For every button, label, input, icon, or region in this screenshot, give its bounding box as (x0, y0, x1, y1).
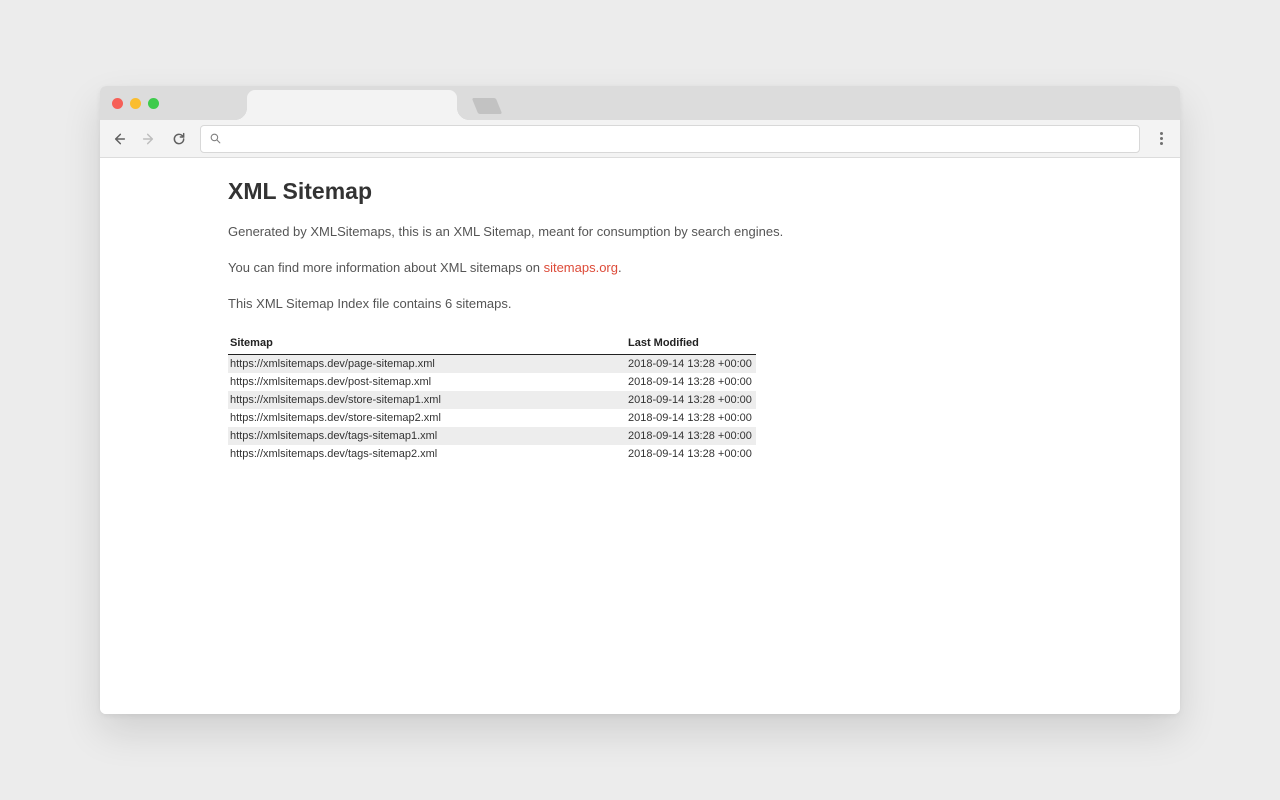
sitemap-url-cell[interactable]: https://xmlsitemaps.dev/page-sitemap.xml (228, 354, 626, 373)
intro-paragraph-2: You can find more information about XML … (228, 259, 974, 277)
kebab-dot-icon (1160, 142, 1163, 145)
lastmod-cell: 2018-09-14 13:28 +00:00 (626, 445, 756, 463)
browser-window: XML Sitemap Generated by XMLSitemaps, th… (100, 86, 1180, 714)
para2-prefix: You can find more information about XML … (228, 260, 544, 275)
reload-button[interactable] (170, 130, 188, 148)
kebab-dot-icon (1160, 132, 1163, 135)
arrow-right-icon (141, 131, 157, 147)
browser-tab[interactable] (247, 90, 457, 120)
intro-paragraph-3: This XML Sitemap Index file contains 6 s… (228, 295, 974, 313)
lastmod-cell: 2018-09-14 13:28 +00:00 (626, 391, 756, 409)
tab-strip (100, 86, 1180, 120)
table-row: https://xmlsitemaps.dev/tags-sitemap1.xm… (228, 427, 756, 445)
intro-paragraph-1: Generated by XMLSitemaps, this is an XML… (228, 223, 974, 241)
back-button[interactable] (110, 130, 128, 148)
sitemap-url-cell[interactable]: https://xmlsitemaps.dev/tags-sitemap1.xm… (228, 427, 626, 445)
sitemap-url-cell[interactable]: https://xmlsitemaps.dev/tags-sitemap2.xm… (228, 445, 626, 463)
col-header-lastmod: Last Modified (626, 332, 756, 355)
table-row: https://xmlsitemaps.dev/store-sitemap2.x… (228, 409, 756, 427)
lastmod-cell: 2018-09-14 13:28 +00:00 (626, 409, 756, 427)
sitemap-url-cell[interactable]: https://xmlsitemaps.dev/store-sitemap2.x… (228, 409, 626, 427)
sitemap-url-cell[interactable]: https://xmlsitemaps.dev/post-sitemap.xml (228, 373, 626, 391)
lastmod-cell: 2018-09-14 13:28 +00:00 (626, 373, 756, 391)
reload-icon (171, 131, 187, 147)
forward-button[interactable] (140, 130, 158, 148)
sitemap-url-cell[interactable]: https://xmlsitemaps.dev/store-sitemap1.x… (228, 391, 626, 409)
table-row: https://xmlsitemaps.dev/post-sitemap.xml… (228, 373, 756, 391)
table-header-row: Sitemap Last Modified (228, 332, 756, 355)
close-window-button[interactable] (112, 98, 123, 109)
table-row: https://xmlsitemaps.dev/tags-sitemap2.xm… (228, 445, 756, 463)
page-viewport[interactable]: XML Sitemap Generated by XMLSitemaps, th… (100, 158, 1180, 714)
new-tab-button[interactable] (472, 98, 502, 114)
table-row: https://xmlsitemaps.dev/store-sitemap1.x… (228, 391, 756, 409)
para2-suffix: . (618, 260, 622, 275)
window-controls (112, 98, 159, 109)
lastmod-cell: 2018-09-14 13:28 +00:00 (626, 354, 756, 373)
sitemap-table: Sitemap Last Modified https://xmlsitemap… (228, 332, 756, 463)
lastmod-cell: 2018-09-14 13:28 +00:00 (626, 427, 756, 445)
col-header-sitemap: Sitemap (228, 332, 626, 355)
arrow-left-icon (111, 131, 127, 147)
table-row: https://xmlsitemaps.dev/page-sitemap.xml… (228, 354, 756, 373)
sitemaps-org-link[interactable]: sitemaps.org (544, 260, 618, 275)
minimize-window-button[interactable] (130, 98, 141, 109)
browser-menu-button[interactable] (1152, 128, 1170, 149)
page-content: XML Sitemap Generated by XMLSitemaps, th… (100, 158, 1000, 487)
browser-toolbar (100, 120, 1180, 158)
address-input[interactable] (228, 126, 1131, 152)
maximize-window-button[interactable] (148, 98, 159, 109)
kebab-dot-icon (1160, 137, 1163, 140)
sitemap-table-body: https://xmlsitemaps.dev/page-sitemap.xml… (228, 354, 756, 463)
search-icon (209, 132, 222, 145)
page-title: XML Sitemap (228, 178, 974, 205)
address-bar[interactable] (200, 125, 1140, 153)
